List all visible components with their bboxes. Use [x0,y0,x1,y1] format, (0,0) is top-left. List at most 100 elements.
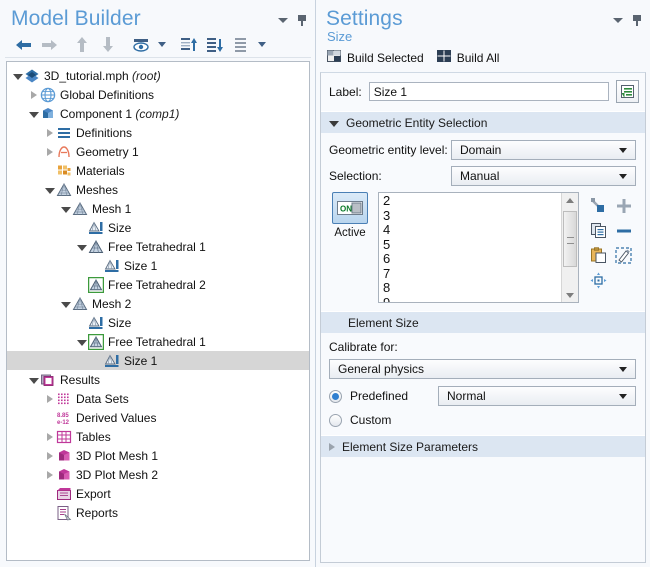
active-toggle-button[interactable]: ON [332,192,368,224]
back-arrow-icon[interactable] [11,33,35,56]
calibrate-for-caption: Calibrate for: [329,340,398,354]
selection-list-item[interactable]: 5 [383,237,561,253]
tree-collapse-triangle-icon[interactable] [43,180,56,199]
tree-collapse-triangle-icon[interactable] [27,370,40,389]
scrollbar-thumb[interactable] [563,211,577,267]
tree-item-data-sets[interactable]: Data Sets [7,389,309,408]
selection-list-item[interactable]: 6 [383,251,561,267]
tree-expand-triangle-icon[interactable] [43,446,56,465]
tree-item-label: Free Tetrahedral 1 [108,334,206,349]
selection-list-item[interactable]: 8 [383,280,561,296]
options-dropdown-caret[interactable] [255,34,268,55]
tree-item-size[interactable]: Size [7,218,309,237]
tree-item-definitions[interactable]: Definitions [7,123,309,142]
pin-icon[interactable] [297,15,307,26]
tree-collapse-triangle-icon[interactable] [27,104,40,123]
selection-list-item[interactable]: 9 [383,295,561,302]
tree-item-component-1[interactable]: Component 1 (comp1) [7,104,309,123]
tree-expand-triangle-icon[interactable] [43,465,56,484]
label-input[interactable] [368,82,609,101]
show-dropdown-caret[interactable] [155,34,168,55]
chevron-down-icon[interactable] [613,18,623,23]
tree-expand-triangle-icon[interactable] [43,142,56,161]
element-size-parameters-header[interactable]: Element Size Parameters [321,435,645,457]
tree-item-materials[interactable]: Materials [7,161,309,180]
tree-collapse-triangle-icon[interactable] [75,237,88,256]
move-up-icon[interactable] [70,33,94,56]
tree-item-free-tetrahedral-1[interactable]: Free Tetrahedral 1 [7,332,309,351]
entity-level-select[interactable]: Domain [451,140,636,160]
selection-list-item[interactable]: 7 [383,266,561,282]
build-all-button[interactable]: Build All [436,49,500,67]
move-down-icon[interactable] [96,33,120,56]
selection-mode-select[interactable]: Manual [451,166,636,186]
build-selected-button[interactable]: Build Selected [327,49,424,67]
tree-collapse-triangle-icon[interactable] [59,199,72,218]
selection-list-item[interactable]: 3 [383,208,561,224]
tree-expand-triangle-icon[interactable] [27,85,40,104]
predefined-size-select[interactable]: Normal [438,386,636,406]
element-size-header[interactable]: Element Size [321,311,645,333]
expand-all-icon[interactable] [177,33,201,56]
tree-collapse-triangle-icon[interactable] [59,294,72,313]
tree-item-geometry-1[interactable]: Geometry 1 [7,142,309,161]
geometric-entity-selection-header[interactable]: Geometric Entity Selection [321,111,645,133]
tree-item-free-tetrahedral-2[interactable]: Free Tetrahedral 2 [7,275,309,294]
tree-item-size-1[interactable]: Size 1 [7,256,309,275]
pin-icon[interactable] [632,15,642,26]
tree-item-size-1[interactable]: Size 1 [7,351,309,370]
build-all-label: Build All [456,51,500,65]
remove-from-selection-icon[interactable] [613,220,635,242]
tree-item-3d-tutorial-mph[interactable]: 3D_tutorial.mph (root) [7,66,309,85]
clear-selection-icon[interactable] [613,245,635,267]
selection-tools [586,192,636,293]
tree-item-label: Mesh 2 [92,296,132,311]
tree-item-export[interactable]: Export [7,484,309,503]
list-options-icon[interactable] [229,33,253,56]
collapse-all-icon[interactable] [203,33,227,56]
predefined-radio[interactable] [329,389,342,403]
tree-item-derived-values[interactable]: 8.85 e-12 Derived Values [7,408,309,427]
tree-item-size[interactable]: Size [7,313,309,332]
tree-item-mesh-1[interactable]: Mesh 1 [7,199,309,218]
tree-item-meshes[interactable]: Meshes [7,180,309,199]
predefined-label[interactable]: Predefined [350,389,430,403]
selection-list-item[interactable]: 2 [383,193,561,209]
tree-item-free-tetrahedral-1[interactable]: Free Tetrahedral 1 [7,237,309,256]
custom-label[interactable]: Custom [350,413,430,427]
copy-selection-icon[interactable] [588,220,610,242]
tree-item-tables[interactable]: Tables [7,427,309,446]
tree-item-reports[interactable]: Reports [7,503,309,522]
calibrate-for-select[interactable]: General physics [329,359,636,379]
element-size-body: Calibrate for: General physics Predefine… [321,333,645,435]
zoom-to-selection-icon[interactable] [588,270,610,292]
tree-expand-triangle-icon[interactable] [43,389,56,408]
scroll-down-arrow-icon[interactable] [562,288,578,302]
selection-list[interactable]: 23456789 [378,192,579,303]
tree-item-results[interactable]: Results [7,370,309,389]
rename-note-icon[interactable] [616,80,639,103]
paste-clipboard-icon[interactable] [588,245,610,267]
selection-list-items: 23456789 [379,193,561,302]
selection-list-item[interactable]: 4 [383,222,561,238]
tree-item-3d-plot-mesh-1[interactable]: 3D Plot Mesh 1 [7,446,309,465]
tree-item-global-definitions[interactable]: Global Definitions [7,85,309,104]
model-tree-container[interactable]: 3D_tutorial.mph (root) Global Definitions… [6,61,310,561]
scroll-up-arrow-icon[interactable] [562,193,578,207]
selection-list-scrollbar[interactable] [561,193,578,302]
paste-selection-icon[interactable] [588,195,610,217]
tree-expand-triangle-icon[interactable] [43,123,56,142]
forward-arrow-icon[interactable] [37,33,61,56]
custom-radio[interactable] [329,413,342,427]
tree-item-mesh-2[interactable]: Mesh 2 [7,294,309,313]
visibility-eye-icon[interactable] [129,33,153,56]
tree-collapse-triangle-icon[interactable] [11,66,24,85]
chevron-down-icon[interactable] [278,18,288,23]
tree-twisty-none [43,484,56,503]
tree-item-3d-plot-mesh-2[interactable]: 3D Plot Mesh 2 [7,465,309,484]
plot-group-icon [59,468,70,479]
scrollbar-track[interactable] [562,207,578,288]
add-to-selection-icon[interactable] [613,195,635,217]
tree-expand-triangle-icon[interactable] [43,427,56,446]
tree-collapse-triangle-icon[interactable] [75,332,88,351]
